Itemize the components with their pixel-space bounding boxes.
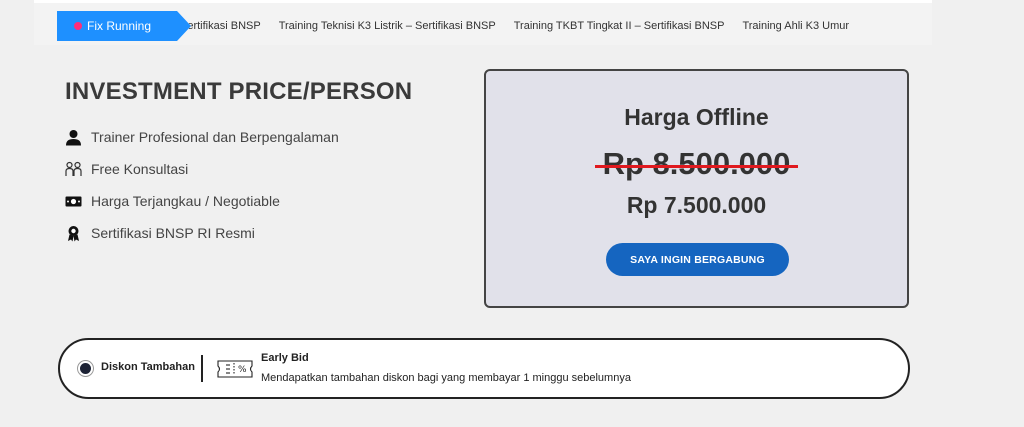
new-price: Rp 7.500.000 xyxy=(626,192,767,218)
pricing-card: Harga Offline Rp 8.500.000 Rp 7.500.000 … xyxy=(484,69,909,308)
svg-text:%: % xyxy=(238,365,247,375)
live-dot-icon xyxy=(74,22,82,30)
feature-item: Sertifikasi BNSP RI Resmi xyxy=(65,217,339,249)
discount-banner: Diskon Tambahan % Early Bid Mendapatkan … xyxy=(58,338,910,399)
ticker-item[interactable]: Training TKBT Tingkat II – Sertifikasi B… xyxy=(514,20,725,32)
ticker-badge-label: Fix Running xyxy=(87,19,152,33)
discount-radio[interactable] xyxy=(80,363,91,374)
ticker-item[interactable]: Training Ahli K3 Umur xyxy=(742,20,849,32)
feature-label: Harga Terjangkau / Negotiable xyxy=(91,193,280,209)
money-icon xyxy=(65,193,82,210)
early-bid-description: Mendapatkan tambahan diskon bagi yang me… xyxy=(261,372,631,384)
user-icon xyxy=(65,129,82,146)
discount-label: Diskon Tambahan xyxy=(101,361,195,373)
early-bid-title: Early Bid xyxy=(261,352,309,364)
feature-label: Free Konsultasi xyxy=(91,161,189,177)
feature-item: Harga Terjangkau / Negotiable xyxy=(65,185,339,217)
join-button[interactable]: SAYA INGIN BERGABUNG xyxy=(606,243,789,276)
feature-label: Sertifikasi BNSP RI Resmi xyxy=(91,225,255,241)
feature-label: Trainer Profesional dan Berpengalaman xyxy=(91,129,339,145)
ticker-item[interactable]: Training Teknisi K3 Listrik – Sertifikas… xyxy=(279,20,496,32)
pricing-title: Harga Offline xyxy=(624,104,769,130)
divider xyxy=(201,355,203,382)
feature-list: Trainer Profesional dan Berpengalaman Fr… xyxy=(65,121,339,249)
ticker-track: Sertifikasi BNSP Training Teknisi K3 Lis… xyxy=(184,11,932,41)
certificate-icon xyxy=(65,225,82,242)
feature-item: Trainer Profesional dan Berpengalaman xyxy=(65,121,339,153)
ticker-badge: Fix Running xyxy=(57,11,191,41)
ticker-item[interactable]: Sertifikasi BNSP xyxy=(184,20,261,32)
investment-title: INVESTMENT PRICE/PERSON xyxy=(65,78,413,105)
news-ticker: Fix Running Sertifikasi BNSP Training Te… xyxy=(34,0,932,45)
feature-item: Free Konsultasi xyxy=(65,153,339,185)
discount-ticket-icon: % xyxy=(217,360,253,378)
consultation-icon xyxy=(65,161,82,178)
old-price-value: Rp 8.500.000 xyxy=(594,146,799,181)
old-price: Rp 8.500.000 xyxy=(486,146,907,182)
